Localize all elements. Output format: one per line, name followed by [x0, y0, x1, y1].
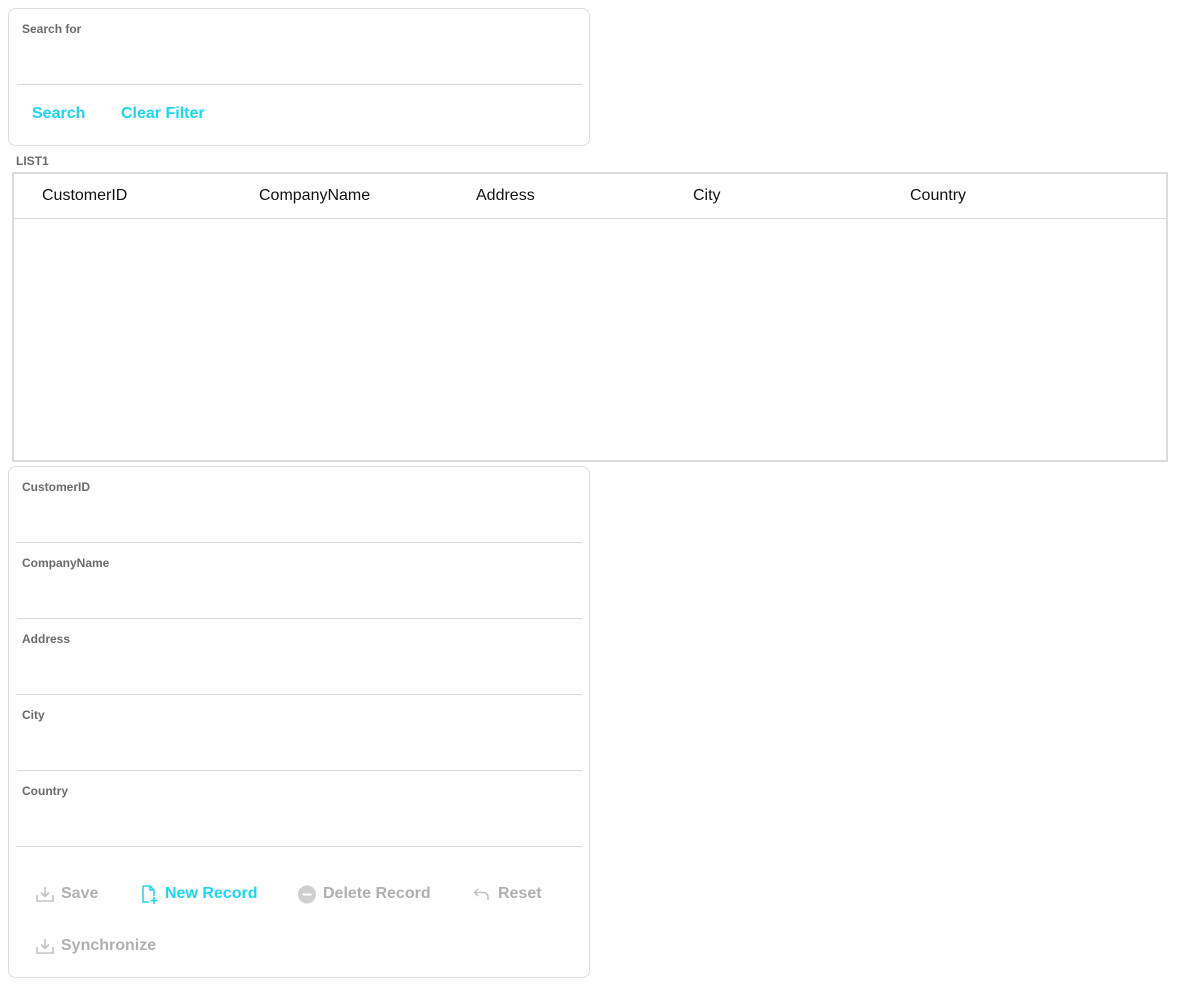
- customerid-underline: [17, 542, 582, 543]
- new-record-button-label: New Record: [165, 885, 258, 902]
- column-header-companyname[interactable]: CompanyName: [259, 187, 370, 205]
- search-button[interactable]: Search: [32, 105, 85, 123]
- reset-button-label: Reset: [498, 885, 542, 902]
- companyname-field[interactable]: [17, 591, 582, 617]
- address-underline: [17, 694, 582, 695]
- customerid-label: CustomerID: [22, 480, 91, 494]
- search-input-underline: [17, 84, 582, 85]
- search-button-label: Search: [32, 105, 86, 122]
- download-tray-icon: [36, 887, 54, 902]
- companyname-underline: [17, 618, 582, 619]
- synchronize-button[interactable]: Synchronize: [35, 936, 156, 956]
- companyname-label: CompanyName: [22, 556, 110, 570]
- record-form: CustomerID CompanyName Address City Coun…: [8, 466, 590, 978]
- city-underline: [17, 770, 582, 771]
- list-title: LIST1: [16, 154, 49, 168]
- column-header-customerid[interactable]: CustomerID: [42, 187, 127, 205]
- new-record-button[interactable]: New Record: [139, 884, 257, 904]
- search-panel: Search for Search Clear Filter: [8, 8, 590, 146]
- column-header-city[interactable]: City: [693, 187, 721, 205]
- minus-circle-icon: [298, 885, 316, 904]
- delete-record-button[interactable]: Delete Record: [297, 884, 431, 904]
- download-tray-icon: [36, 939, 54, 954]
- column-header-address[interactable]: Address: [476, 187, 535, 205]
- city-field[interactable]: [17, 743, 582, 769]
- grid-body: [14, 220, 1166, 460]
- search-input[interactable]: [17, 57, 582, 83]
- save-button[interactable]: Save: [35, 884, 98, 904]
- address-label: Address: [22, 632, 71, 646]
- column-header-country[interactable]: Country: [910, 187, 966, 205]
- country-underline: [17, 846, 582, 847]
- reset-button[interactable]: Reset: [472, 884, 542, 904]
- address-field[interactable]: [17, 667, 582, 693]
- new-document-icon: [142, 885, 158, 904]
- clear-filter-button-label: Clear Filter: [121, 105, 205, 122]
- country-label: Country: [22, 784, 68, 798]
- clear-filter-button[interactable]: Clear Filter: [121, 105, 205, 123]
- customerid-field[interactable]: [17, 515, 582, 541]
- customer-grid[interactable]: CustomerID CompanyName Address City Coun…: [12, 172, 1168, 462]
- synchronize-button-label: Synchronize: [61, 937, 157, 954]
- delete-record-button-label: Delete Record: [323, 885, 431, 902]
- undo-arrow-icon: [473, 888, 489, 900]
- search-label: Search for: [22, 22, 82, 36]
- grid-header: CustomerID CompanyName Address City Coun…: [14, 174, 1166, 219]
- country-field[interactable]: [17, 819, 582, 845]
- save-button-label: Save: [61, 885, 99, 902]
- city-label: City: [22, 708, 45, 722]
